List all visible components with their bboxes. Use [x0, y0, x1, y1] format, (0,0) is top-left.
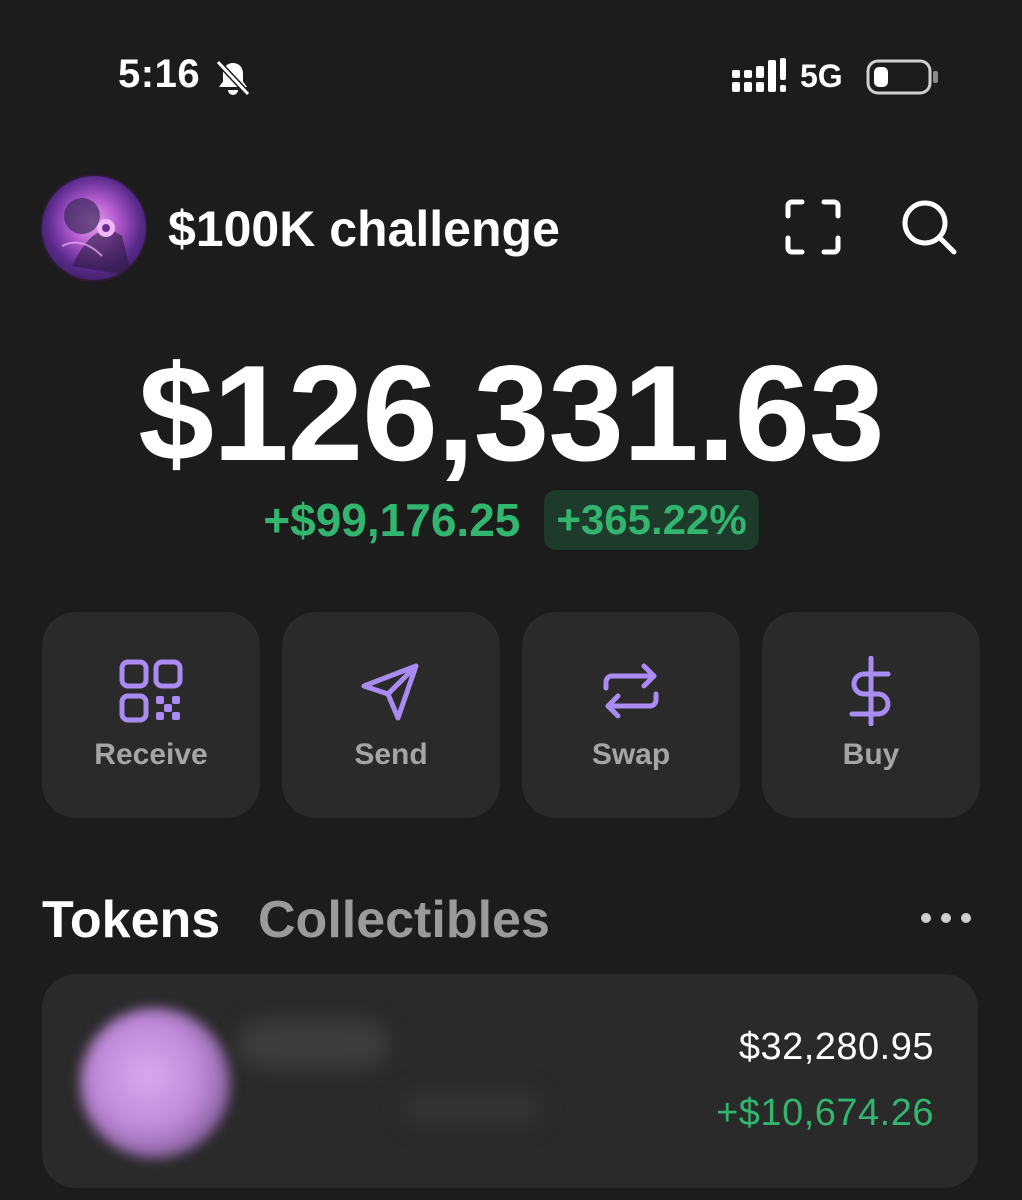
tab-collectibles[interactable]: Collectibles [258, 890, 550, 950]
wallet-screen: 5:16 5G $100K challenge $126,331.63 +$99… [0, 0, 1022, 1200]
battery-icon [866, 59, 938, 95]
dollar-icon [849, 656, 891, 726]
wallet-name[interactable]: $100K challenge [168, 200, 560, 258]
token-row[interactable]: $32,280.95 +$10,674.26 [42, 974, 978, 1188]
token-value: $32,280.95 [738, 1026, 934, 1068]
token-name-redacted [238, 1020, 388, 1068]
signal-icon [732, 58, 786, 92]
total-balance: $126,331.63 [138, 337, 884, 489]
token-logo [80, 1008, 230, 1158]
swap-arrows-icon [603, 663, 659, 719]
buy-button[interactable]: Buy [762, 612, 980, 818]
avatar[interactable] [40, 174, 148, 282]
change-amount: +$99,176.25 [263, 494, 521, 546]
bell-slash-icon [215, 59, 251, 97]
balance-change-row: +$99,176.25 +365.22% [0, 488, 1022, 552]
tab-tokens[interactable]: Tokens [42, 890, 220, 950]
paper-plane-icon [361, 663, 419, 721]
action-buttons: Receive Send Swap Buy [42, 612, 980, 818]
status-bar: 5:16 5G [0, 0, 1022, 150]
asset-tabs: Tokens Collectibles [42, 886, 980, 956]
swap-label: Swap [591, 738, 671, 771]
wallet-header: $100K challenge [0, 170, 1022, 290]
change-percent-badge: +365.22% [544, 490, 759, 550]
receive-button[interactable]: Receive [42, 612, 260, 818]
token-amount-redacted [402, 1090, 542, 1126]
more-options-icon[interactable] [918, 898, 974, 938]
receive-label: Receive [94, 738, 208, 771]
token-change: +$10,674.26 [716, 1092, 934, 1134]
send-button[interactable]: Send [282, 612, 500, 818]
network-label: 5G [800, 58, 843, 94]
buy-label: Buy [842, 738, 900, 771]
qr-code-icon [119, 659, 183, 723]
search-icon[interactable] [898, 196, 960, 258]
avatar-image [61, 198, 132, 276]
swap-button[interactable]: Swap [522, 612, 740, 818]
scan-icon[interactable] [782, 196, 844, 258]
status-time: 5:16 [118, 52, 201, 96]
send-label: Send [354, 738, 428, 771]
